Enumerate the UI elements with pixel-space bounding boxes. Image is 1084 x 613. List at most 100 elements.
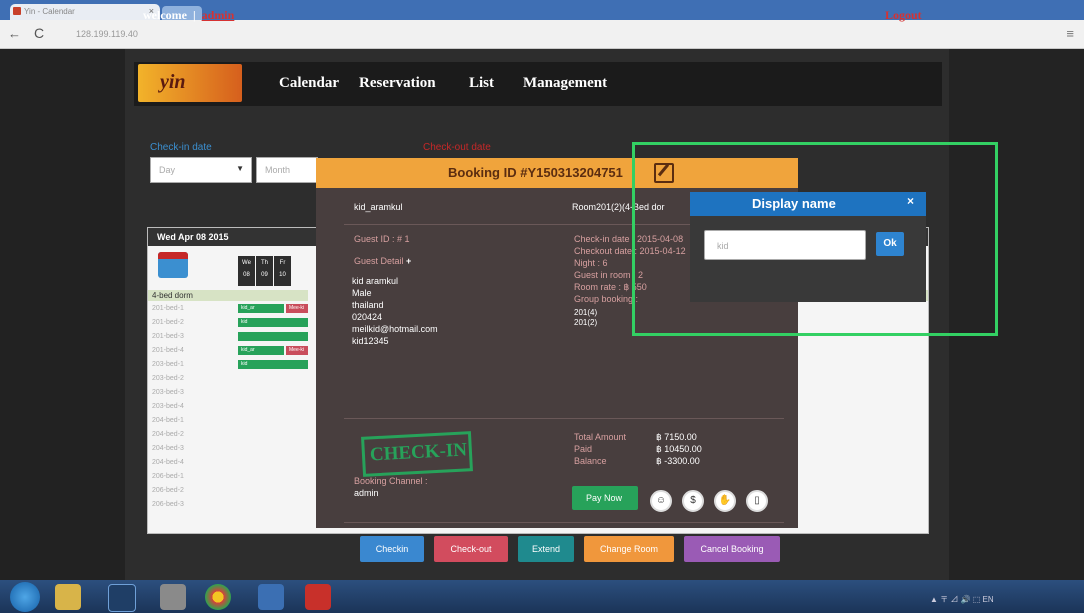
start-button[interactable] <box>10 582 40 612</box>
guest-detail-line: thailand <box>352 300 384 310</box>
booking-bar-label: kid <box>241 361 248 367</box>
bed-label: 204-bed-2 <box>152 431 184 438</box>
system-tray: ▲ 〒 ⊿ 🔊 ⬚ EN <box>930 595 994 604</box>
day-number: 09 <box>261 272 268 278</box>
back-icon[interactable]: ← <box>8 26 21 41</box>
day-header: We 08 <box>238 256 255 286</box>
bed-label: 203-bed-4 <box>152 403 184 410</box>
bed-label: 203-bed-3 <box>152 389 184 396</box>
bed-label: 201-bed-3 <box>152 333 184 340</box>
pay-now-button[interactable]: Pay Now <box>572 486 638 510</box>
cancel-booking-button-label: Cancel Booking <box>700 544 764 554</box>
checkout-button-label: Check-out <box>450 544 492 554</box>
welcome-text: welcome <box>143 8 187 22</box>
checkin-button[interactable]: Checkin <box>360 536 424 562</box>
nav-management[interactable]: Management <box>523 75 607 92</box>
booking-bar-label: kid_ar <box>241 305 255 311</box>
nav-list[interactable]: List <box>469 75 494 92</box>
day-header: Fr 10 <box>274 256 291 286</box>
acrobat-icon[interactable] <box>305 584 331 610</box>
user-link[interactable]: admin <box>202 8 235 22</box>
add-guest-icon[interactable]: + <box>406 256 411 266</box>
change-room-button[interactable]: Change Room <box>584 536 674 562</box>
app-icon[interactable] <box>160 584 186 610</box>
reload-icon[interactable]: C <box>34 25 44 41</box>
logout-link[interactable]: Logout <box>885 8 922 23</box>
group-room: 201(4) <box>574 308 598 317</box>
booking-bar[interactable]: kid_ar <box>238 346 284 355</box>
booking-bar[interactable]: Mee-ki <box>286 304 308 313</box>
window-icon[interactable] <box>258 584 284 610</box>
booking-channel-label: Booking Channel : <box>354 476 428 486</box>
day-number: 08 <box>243 272 250 278</box>
favicon-icon <box>13 7 21 15</box>
calendar-icon[interactable] <box>158 252 188 278</box>
bed-label: 201-bed-2 <box>152 319 184 326</box>
checkin-month-select[interactable]: Month <box>256 157 318 183</box>
nav-reservation[interactable]: Reservation <box>359 75 436 92</box>
guest-detail-line: kid aramkul <box>352 276 399 286</box>
guest-detail-line: meilkid@hotmail.com <box>352 324 438 334</box>
total-amount-value: ฿ 7150.00 <box>656 432 697 442</box>
highlight-box <box>632 142 998 336</box>
page-margin-left <box>0 49 125 580</box>
browser-menu-icon[interactable]: ≡ <box>1066 26 1074 41</box>
day-of-week: Fr <box>279 260 286 266</box>
hand-money-icon[interactable]: ✋ <box>714 490 736 512</box>
extend-button[interactable]: Extend <box>518 536 574 562</box>
guest-detail-line: Male <box>352 288 372 298</box>
booking-bar[interactable]: kid_ar <box>238 304 284 313</box>
bed-label: 204-bed-1 <box>152 417 184 424</box>
bed-label: 206-bed-1 <box>152 473 184 480</box>
welcome-bar: welcome | admin <box>143 8 234 23</box>
extend-button-label: Extend <box>531 544 561 554</box>
photoshop-icon[interactable] <box>108 584 136 612</box>
booking-bar[interactable] <box>238 332 308 341</box>
checkout-date-label: Check-out date <box>423 142 491 153</box>
day-placeholder: Day <box>159 165 176 175</box>
bed-label: 206-bed-3 <box>152 501 184 508</box>
paid-value: ฿ 10450.00 <box>656 444 702 454</box>
booking-bar[interactable]: Mee-ki <box>286 346 308 355</box>
chrome-icon[interactable] <box>205 584 231 610</box>
booking-bar-label: Mee-ki <box>289 305 305 311</box>
bed-label: 203-bed-2 <box>152 375 184 382</box>
night-count: Night : 6 <box>574 258 608 268</box>
explorer-icon[interactable] <box>55 584 81 610</box>
browser-tab[interactable]: Yin - Calendar × <box>10 4 160 20</box>
bed-label: 201-bed-1 <box>152 305 184 312</box>
group-booking-label: Group booking : <box>574 294 639 304</box>
guest-detail-line: 020424 <box>352 312 383 322</box>
pay-now-label: Pay Now <box>586 493 623 503</box>
paid-label: Paid <box>574 444 593 454</box>
checkin-stamp: CHECK-IN <box>361 431 473 477</box>
group-room: 201(2) <box>574 318 598 327</box>
room-type-label: 4-bed dorm <box>152 291 193 300</box>
mobile-icon[interactable]: ▯ <box>746 490 768 512</box>
booking-bar[interactable]: kid <box>238 318 308 327</box>
address-bar[interactable]: 128.199.119.40 <box>76 29 138 39</box>
change-room-button-label: Change Room <box>599 544 659 554</box>
checkout-button[interactable]: Check-out <box>434 536 508 562</box>
tab-title: Yin - Calendar <box>24 7 75 16</box>
booking-bar[interactable]: kid <box>238 360 308 369</box>
balance-value: ฿ -3300.00 <box>656 456 700 466</box>
balance-label: Balance <box>574 456 607 466</box>
app-logo[interactable]: yin <box>138 64 242 102</box>
guest-id: Guest ID : # 1 <box>354 234 410 244</box>
divider <box>344 418 784 419</box>
checkin-day-select[interactable]: Day ▼ <box>150 157 252 183</box>
nav-calendar[interactable]: Calendar <box>279 75 339 92</box>
bed-label: 204-bed-3 <box>152 445 184 452</box>
bed-label: 206-bed-2 <box>152 487 184 494</box>
welcome-separator: | <box>192 8 196 22</box>
day-header: Th 09 <box>256 256 273 286</box>
checkin-button-label: Checkin <box>375 544 409 554</box>
booking-bar-label: kid_ar <box>241 347 255 353</box>
person-card-icon[interactable]: ☺ <box>650 490 672 512</box>
coin-icon[interactable]: $ <box>682 490 704 512</box>
cancel-booking-button[interactable]: Cancel Booking <box>684 536 780 562</box>
bed-label: 201-bed-4 <box>152 347 184 354</box>
checkin-date-label: Check-in date <box>150 142 212 153</box>
stamp-text: CHECK-IN <box>369 439 468 466</box>
